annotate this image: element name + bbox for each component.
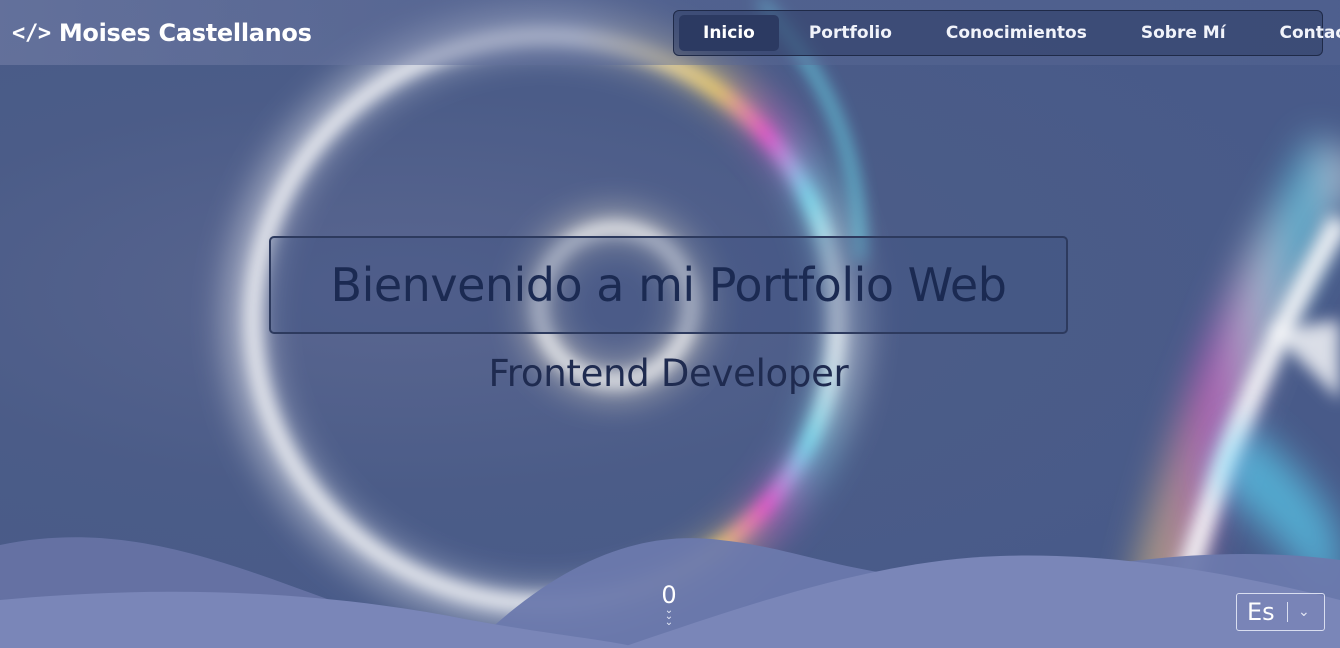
hero-title: Bienvenido a mi Portfolio Web: [269, 236, 1068, 334]
language-select[interactable]: Es ⌄: [1236, 593, 1325, 631]
nav-item-conocimientos[interactable]: Conocimientos: [922, 15, 1111, 51]
main-nav: Inicio Portfolio Conocimientos Sobre Mí …: [673, 10, 1340, 56]
nav-item-portfolio[interactable]: Portfolio: [785, 15, 916, 51]
nav-item-sobre-mi[interactable]: Sobre Mí: [1117, 15, 1250, 51]
chevron-down-icon: ⌄: [1298, 604, 1310, 620]
code-icon: </>: [12, 20, 51, 46]
brand-logo[interactable]: </> Moises Castellanos: [12, 16, 312, 50]
hero-section: </> Moises Castellanos Inicio Portfolio …: [0, 0, 1340, 648]
nav-item-inicio[interactable]: Inicio: [679, 15, 779, 51]
top-navbar: </> Moises Castellanos Inicio Portfolio …: [0, 0, 1340, 65]
brand-name: Moises Castellanos: [58, 19, 312, 47]
nav-item-contacto[interactable]: Contacto: [1256, 15, 1340, 51]
chevrons-down-icon: ⌄ ⌄ ⌄: [664, 605, 674, 628]
scroll-indicator[interactable]: 0 ⌄ ⌄ ⌄: [659, 582, 679, 636]
language-value: Es: [1247, 598, 1275, 626]
hero-subtitle: Frontend Developer: [488, 352, 849, 395]
